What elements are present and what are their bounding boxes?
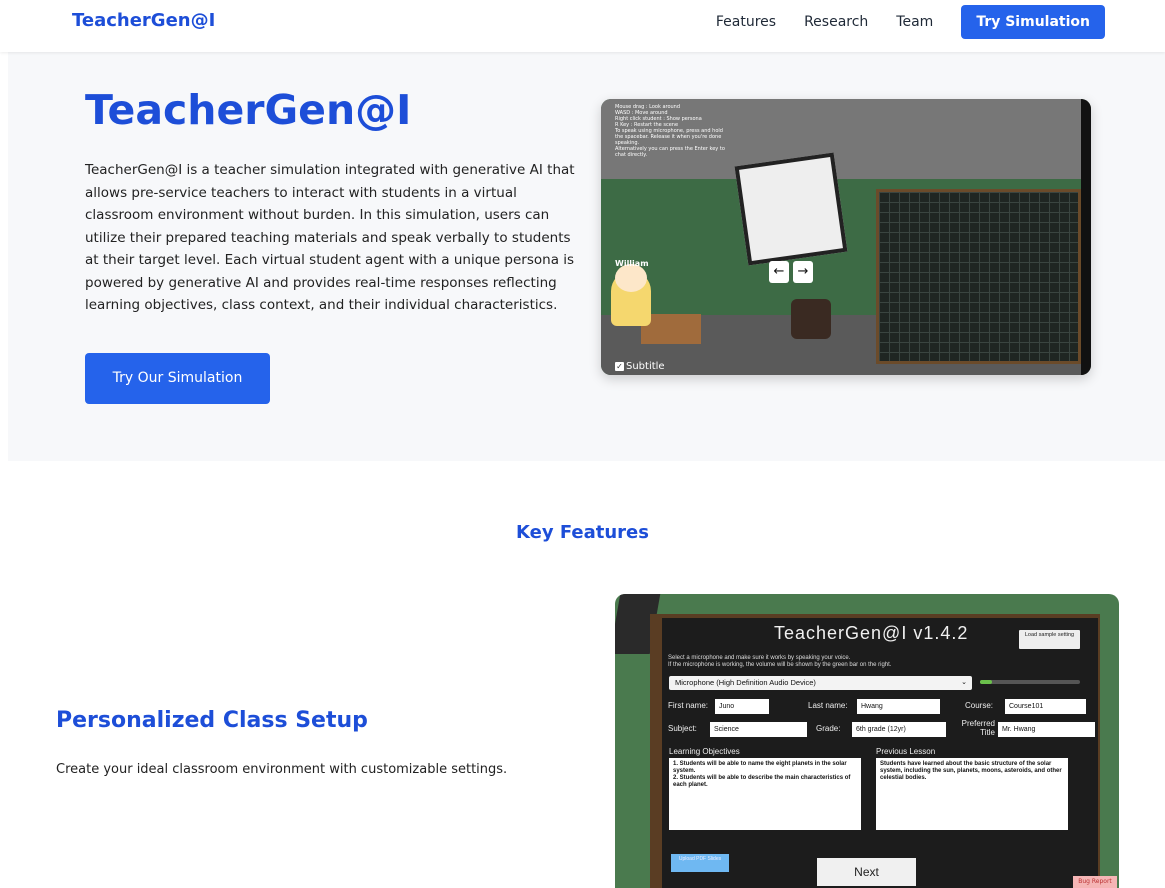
- try-simulation-button[interactable]: Try Simulation: [961, 5, 1105, 39]
- subtitle-toggle[interactable]: ✓ Subtitle: [615, 361, 665, 372]
- grade-label: Grade:: [816, 724, 841, 733]
- first-name-field[interactable]: Juno: [715, 699, 769, 714]
- mic-level-fill: [980, 680, 992, 684]
- mic-level-bar: [980, 680, 1080, 684]
- site-header: TeacherGen@I Features Research Team Try …: [0, 0, 1165, 52]
- subtitle-label: Subtitle: [626, 361, 665, 372]
- last-name-label: Last name:: [808, 701, 848, 710]
- bug-report-button[interactable]: Bug Report: [1073, 876, 1117, 888]
- subject-label: Subject:: [668, 724, 697, 733]
- site-logo[interactable]: TeacherGen@I: [72, 10, 215, 31]
- key-features-title: Key Features: [516, 522, 649, 543]
- preferred-title-label: Preferred Title: [961, 719, 995, 737]
- last-name-field[interactable]: Hwang: [857, 699, 940, 714]
- feature-title: Personalized Class Setup: [56, 708, 368, 733]
- upload-pdf-button[interactable]: Upload PDF Slides: [671, 854, 729, 872]
- scene-chalkboard: [876, 189, 1081, 364]
- hero-description: TeacherGen@I is a teacher simulation int…: [85, 162, 575, 313]
- arrow-controls: ← →: [769, 261, 813, 283]
- course-label: Course:: [965, 701, 994, 710]
- microphone-value: Microphone (High Definition Audio Device…: [675, 678, 816, 687]
- learning-objectives-field[interactable]: 1. Students will be able to name the eig…: [669, 758, 861, 830]
- setup-board: TeacherGen@I v1.4.2 Load sample setting …: [662, 618, 1098, 888]
- main-nav: Features Research Team Try Simulation: [716, 5, 1105, 39]
- learning-objectives-label: Learning Objectives: [669, 747, 740, 756]
- grade-field[interactable]: 6th grade (12yr): [852, 722, 946, 737]
- checkbox-icon[interactable]: ✓: [615, 362, 624, 371]
- student-name-label: William: [615, 259, 649, 268]
- arrow-left-icon[interactable]: ←: [769, 261, 789, 283]
- chevron-down-icon: ⌄: [961, 679, 967, 686]
- setup-heading: TeacherGen@I v1.4.2: [774, 623, 969, 643]
- mic-instructions: Select a microphone and make sure it wor…: [668, 655, 892, 668]
- arrow-right-icon[interactable]: →: [793, 261, 813, 283]
- hero-title: TeacherGen@I: [85, 86, 412, 134]
- classroom-simulation-image: William Mouse drag : Look around WASD : …: [601, 99, 1091, 375]
- course-field[interactable]: Course101: [1005, 699, 1086, 714]
- scene-chair: [791, 299, 831, 339]
- student-head: [615, 264, 647, 292]
- feature-description: Create your ideal classroom environment …: [56, 762, 508, 777]
- previous-lesson-label: Previous Lesson: [876, 747, 936, 756]
- controls-help-text: Mouse drag : Look around WASD : Move aro…: [615, 104, 725, 158]
- nav-features[interactable]: Features: [716, 14, 776, 30]
- next-button[interactable]: Next: [817, 858, 916, 886]
- preferred-title-field[interactable]: Mr. Hwang: [998, 722, 1095, 737]
- subject-field[interactable]: Science: [710, 722, 807, 737]
- scene-whiteboard: [734, 152, 848, 266]
- first-name-label: First name:: [668, 701, 709, 710]
- load-sample-button[interactable]: Load sample setting: [1019, 630, 1080, 649]
- nav-team[interactable]: Team: [896, 14, 933, 30]
- class-setup-screenshot: TeacherGen@I v1.4.2 Load sample setting …: [615, 594, 1119, 888]
- scene-edge: [1081, 99, 1091, 375]
- nav-research[interactable]: Research: [804, 14, 868, 30]
- try-our-simulation-button[interactable]: Try Our Simulation: [85, 353, 270, 404]
- microphone-select[interactable]: Microphone (High Definition Audio Device…: [669, 676, 972, 690]
- previous-lesson-field[interactable]: Students have learned about the basic st…: [876, 758, 1068, 830]
